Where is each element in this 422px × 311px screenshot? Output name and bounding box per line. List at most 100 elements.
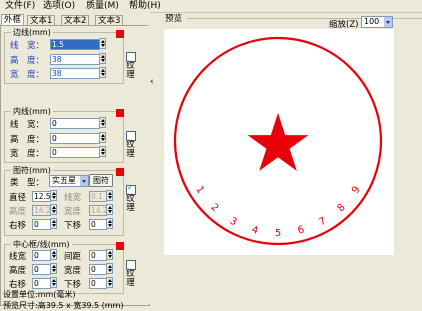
preview-title: 预览 [165,14,183,24]
stamp-digit: 6 [297,224,306,236]
inner-line-title: 内线(mm) [11,106,53,117]
symbol-group: 图符(mm) 类 型： 实五星 图符 直径 12.5 线宽 0.1 高度 14.… [4,165,124,236]
center-breadth-label: 宽度 [64,266,82,276]
symbol-diameter-spinner[interactable] [50,190,57,201]
zoom-select[interactable]: 100 [361,16,393,28]
chevron-down-icon[interactable] [80,176,88,186]
stamp-digit: 2 [208,202,220,214]
symbol-right-input[interactable]: 0 [32,219,51,230]
stamp-digit: 3 [228,216,239,229]
outer-breadth-input[interactable]: 38 [50,68,100,79]
inner-height-spinner[interactable] [99,132,106,143]
inner-width-label: 线 宽： [10,120,45,130]
stamp-digit: 8 [336,202,348,214]
stamp-svg: 1234 5 6789 [173,36,383,246]
center-spacing-spinner[interactable] [106,249,113,260]
center-title: 中心框/线(mm) [11,239,72,250]
symbol-linewidth-label: 线宽 [64,193,82,203]
settings-panel: 外框 文本1 文本2 文本3 边线(mm) 线 宽： 1.5 高 度： 38 宽… [0,12,150,310]
symbol-type-select[interactable]: 实五星 [49,175,89,187]
stamp-star [247,113,309,171]
symbol-type-label: 类 型： [10,178,45,188]
inner-color-swatch[interactable] [116,109,124,117]
center-height-spinner[interactable] [50,263,57,274]
inner-breadth-label: 宽 度： [10,149,45,159]
outer-height-label: 高 度： [10,56,45,66]
inner-width-input[interactable]: 0 [50,118,100,129]
outer-width-spinner[interactable] [99,38,106,49]
center-down-spinner[interactable] [106,277,113,288]
symbol-color-swatch[interactable] [116,168,124,176]
units-status: 设置单位:mm(毫米) [3,290,76,299]
outer-width-label: 线 宽： [10,41,45,51]
center-linewidth-spinner[interactable] [50,249,57,260]
symbol-button[interactable]: 图符 [89,174,113,187]
center-height-input[interactable]: 0 [32,264,51,275]
panel-divider [148,12,150,304]
collapse-panel-icon[interactable]: ‹ [150,76,156,88]
center-breadth-spinner[interactable] [106,263,113,274]
outer-breadth-label: 宽 度： [10,70,45,80]
symbol-height-input[interactable]: 14.2 [32,205,51,216]
center-group: 中心框/线(mm) 线宽 0 间距 0 高度 0 宽度 0 右移 0 下移 0 [4,239,124,294]
symbol-breadth-input[interactable]: 14.2 [89,205,107,216]
stamp-digit: 1 [193,184,206,195]
symbol-linewidth-spinner[interactable] [106,190,113,201]
symbol-diameter-input[interactable]: 12.5 [32,191,51,202]
outer-line-title: 边线(mm) [11,27,53,38]
stamp-digit: 4 [250,224,259,236]
inner-line-group: 内线(mm) 线 宽： 0 高 度： 0 宽 度： 0 [4,106,124,163]
size-status: 预览尺寸:高39.5 x 宽39.5 (mm) [3,301,124,310]
symbol-breadth-label: 宽度 [64,207,82,217]
symbol-right-label: 右移 [9,221,27,231]
symbol-down-spinner[interactable] [106,218,113,229]
preview-panel: 预览 缩放(Z) 100 123456789 [157,12,422,304]
stamp-canvas: 1234 5 6789 [164,29,394,255]
center-spacing-label: 间距 [64,252,82,262]
center-right-input[interactable]: 0 [32,278,51,289]
inner-width-spinner[interactable] [99,117,106,128]
center-breadth-input[interactable]: 0 [89,264,107,275]
stamp-digits: 1234 5 6789 [193,184,363,239]
inner-height-input[interactable]: 0 [50,133,100,144]
center-spacing-input[interactable]: 0 [89,250,107,261]
center-right-spinner[interactable] [50,277,57,288]
center-color-swatch[interactable] [116,242,124,250]
center-height-label: 高度 [9,266,27,276]
tab-panel: 边线(mm) 线 宽： 1.5 高 度： 38 宽 度： 38 纹理 内线(mm… [0,25,150,310]
menu-file[interactable]: 文件(F) [3,0,37,12]
outer-width-input[interactable]: 1.5 [50,39,100,50]
symbol-height-spinner[interactable] [50,204,57,215]
outer-line-group: 边线(mm) 线 宽： 1.5 高 度： 38 宽 度： 38 [4,27,124,84]
center-linewidth-input[interactable]: 0 [32,250,51,261]
symbol-height-label: 高度 [9,207,27,217]
menu-options[interactable]: 选项(O) [41,0,77,12]
symbol-down-label: 下移 [64,221,82,231]
inner-breadth-input[interactable]: 0 [50,147,100,158]
outer-texture-label: 纹理 [126,61,135,80]
menu-quality[interactable]: 质量(M) [84,0,121,12]
outer-height-spinner[interactable] [99,53,106,64]
stamp-digit: 7 [317,216,328,229]
symbol-down-input[interactable]: 0 [89,219,107,230]
outer-breadth-spinner[interactable] [99,67,106,78]
chevron-down-icon[interactable] [384,17,392,27]
symbol-breadth-spinner[interactable] [106,204,113,215]
menu-help[interactable]: 帮助(H) [127,0,163,12]
center-linewidth-label: 线宽 [9,252,27,262]
stamp-digit: 5 [275,228,281,239]
symbol-right-spinner[interactable] [50,218,57,229]
outer-height-input[interactable]: 38 [50,54,100,65]
outer-color-swatch[interactable] [116,30,124,38]
center-down-input[interactable]: 0 [89,278,107,289]
stamp-digit: 9 [350,184,363,195]
symbol-diameter-label: 直径 [9,193,27,203]
symbol-title: 图符(mm) [11,165,53,176]
inner-breadth-spinner[interactable] [99,146,106,157]
symbol-type-value: 实五星 [52,176,76,185]
inner-height-label: 高 度： [10,135,45,145]
center-texture-label: 纹理 [126,269,135,288]
symbol-texture-label: 纹理 [126,194,135,213]
symbol-linewidth-input[interactable]: 0.1 [89,191,107,202]
zoom-value: 100 [364,17,380,26]
